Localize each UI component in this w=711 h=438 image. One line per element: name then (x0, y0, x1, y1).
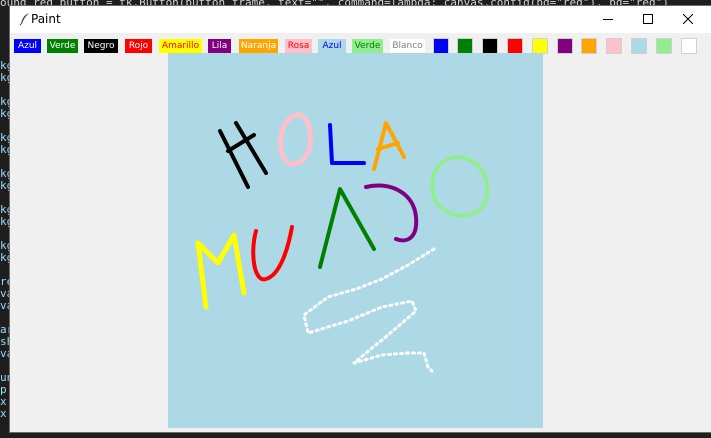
swatch-black[interactable] (482, 38, 498, 54)
btn-rojo[interactable]: Rojo (125, 39, 152, 53)
window-title: Paint (31, 12, 61, 26)
minimize-icon (603, 19, 613, 20)
swatch-orange[interactable] (581, 38, 597, 54)
btn-verde[interactable]: Verde (47, 39, 78, 53)
btn-verde-claro[interactable]: Verde (352, 39, 383, 53)
canvas-drawing (195, 112, 490, 373)
background-code-fragment: kg (0, 143, 10, 156)
stroke-letter-l (328, 123, 366, 165)
stroke-zigzag (302, 247, 436, 373)
swatch-red[interactable] (507, 38, 523, 54)
swatch-lightgreen[interactable] (656, 38, 672, 54)
btn-azul-claro[interactable]: Azul (318, 39, 346, 53)
stroke-letter-m (195, 232, 247, 310)
background-code-fragment: kg (0, 107, 10, 120)
stroke-letter-h (218, 121, 268, 189)
stroke-letter-u (251, 225, 294, 282)
swatch-white[interactable] (681, 38, 697, 54)
background-code-fragment: kg (0, 71, 10, 84)
btn-naranja[interactable]: Naranja (239, 39, 278, 53)
drawing-canvas[interactable] (168, 53, 543, 428)
title-bar[interactable]: Paint (10, 6, 711, 33)
background-code-fragment: kg (0, 215, 10, 228)
close-icon (683, 14, 693, 24)
minimize-button[interactable] (591, 6, 625, 33)
swatch-green[interactable] (457, 38, 473, 54)
swatch-purple[interactable] (557, 38, 573, 54)
btn-amarillo[interactable]: Amarillo (159, 39, 202, 53)
swatch-blue[interactable] (433, 38, 449, 54)
stroke-letter-o (278, 112, 313, 167)
swatch-lightblue[interactable] (631, 38, 647, 54)
btn-rosa[interactable]: Rosa (285, 39, 312, 53)
swatch-pink[interactable] (606, 38, 622, 54)
background-code-fragment: kg (0, 251, 10, 264)
stroke-letter-d (364, 183, 419, 243)
btn-negro[interactable]: Negro (84, 39, 118, 53)
background-code-fragment: va (0, 299, 10, 312)
maximize-icon (643, 14, 653, 24)
background-code-fragment: va (0, 347, 10, 360)
maximize-button[interactable] (631, 6, 665, 33)
btn-azul[interactable]: Azul (14, 39, 41, 53)
stroke-letter-n (318, 187, 376, 269)
swatch-yellow[interactable] (532, 38, 548, 54)
btn-lila[interactable]: Lila (208, 39, 231, 53)
color-toolbar: Azul Verde Negro Rojo Amarillo Lila Nara… (10, 33, 711, 55)
stroke-letter-o2 (430, 155, 490, 218)
close-button[interactable] (671, 6, 705, 33)
background-code-fragment: x (0, 407, 7, 420)
btn-blanco[interactable]: Blanco (390, 39, 425, 53)
feather-icon (19, 13, 29, 26)
stroke-letter-a (372, 121, 406, 171)
background-code-fragment: kg (0, 179, 10, 192)
paint-window: Paint Azul Verde Negro Rojo Amarillo Lil… (10, 6, 711, 432)
background-code-gutter: kg kg kg kg kg kg kg kg kg kg kg kg re va va ar sh va un p x… (0, 60, 10, 438)
